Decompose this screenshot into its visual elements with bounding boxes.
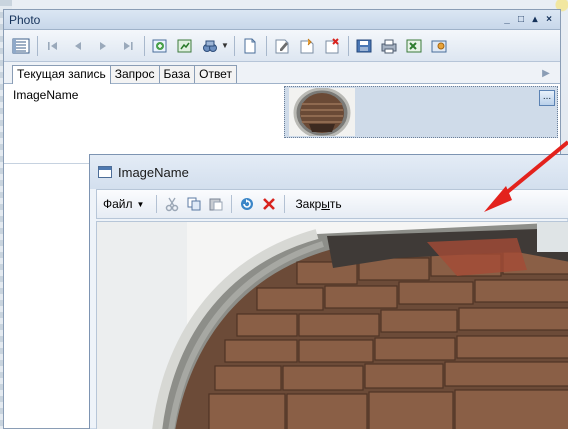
refresh-icon[interactable] [236, 194, 258, 214]
grid-view-icon[interactable] [10, 35, 32, 57]
close-label-start: Закр [295, 197, 322, 211]
close-label-accel: ы [321, 197, 330, 211]
close-button[interactable]: Закрыть [295, 197, 341, 211]
image-viewer-title: ImageName [118, 164, 189, 180]
toolbar-separator [37, 35, 38, 56]
manhole-photo [97, 222, 568, 429]
paste-icon[interactable] [205, 194, 227, 214]
toolbar-separator [347, 35, 349, 56]
record-tabs: Текущая запись Запрос База Ответ ▶ [4, 62, 560, 84]
toolbar-separator [233, 35, 235, 56]
tab-answer[interactable]: Ответ [194, 65, 237, 83]
record-toolbar: ▼ [4, 30, 560, 62]
excel-icon[interactable] [403, 35, 425, 57]
chevron-right-icon[interactable]: ▶ [538, 65, 554, 81]
image-preview [96, 221, 568, 429]
edit-record-icon[interactable] [271, 35, 293, 57]
toolbar-separator [265, 35, 267, 56]
tab-current-record[interactable]: Текущая запись [12, 65, 111, 84]
toolbar-separator [284, 195, 286, 213]
field-label-imagename: ImageName [13, 88, 79, 102]
title-controls: _ □ ▴ × [502, 14, 554, 25]
close-label-end: ть [329, 197, 342, 211]
last-record-icon[interactable] [117, 35, 139, 57]
next-record-icon[interactable] [92, 35, 114, 57]
refresh-icon[interactable] [149, 35, 171, 57]
file-menu[interactable]: Файл ▼ [103, 197, 144, 211]
pin-icon[interactable]: ▴ [530, 14, 540, 25]
record-grid: ImageName ... [4, 84, 560, 164]
print-icon[interactable] [378, 35, 400, 57]
window-icon [98, 166, 112, 178]
prev-record-icon[interactable] [67, 35, 89, 57]
image-viewer-toolbar: Файл ▼ Закрыть [96, 189, 568, 219]
delete-icon[interactable] [258, 194, 280, 214]
first-record-icon[interactable] [42, 35, 64, 57]
cut-icon[interactable] [161, 194, 183, 214]
settings-icon[interactable] [428, 35, 450, 57]
image-thumbnail[interactable] [289, 88, 355, 136]
photo-title: Photo [9, 12, 41, 27]
close-icon[interactable]: × [544, 14, 554, 25]
new-record-icon[interactable] [239, 35, 261, 57]
tab-query[interactable]: Запрос [109, 65, 160, 83]
save-icon[interactable] [353, 35, 375, 57]
file-menu-label: Файл [103, 197, 133, 211]
browse-image-button[interactable]: ... [539, 90, 555, 106]
chevron-down-icon: ▼ [136, 199, 145, 209]
image-field-cell[interactable]: ... [284, 86, 558, 138]
chevron-down-icon[interactable]: ▼ [221, 41, 229, 50]
binoculars-icon[interactable] [199, 35, 221, 57]
toolbar-separator [144, 35, 145, 56]
tab-base[interactable]: База [158, 65, 196, 83]
photo-title-bar[interactable]: Photo _ □ ▴ × [4, 10, 560, 30]
delete-record-icon[interactable] [321, 35, 343, 57]
copy-record-icon[interactable] [296, 35, 318, 57]
image-viewer-title-bar[interactable]: ImageName [90, 155, 568, 189]
copy-icon[interactable] [183, 194, 205, 214]
image-viewer-window: ImageName Файл ▼ Закрыть [89, 154, 568, 429]
toolbar-separator [231, 195, 233, 213]
minimize-icon[interactable]: _ [502, 14, 512, 25]
toolbar-separator [156, 195, 158, 213]
restore-icon[interactable]: □ [516, 14, 526, 25]
export-icon[interactable] [174, 35, 196, 57]
